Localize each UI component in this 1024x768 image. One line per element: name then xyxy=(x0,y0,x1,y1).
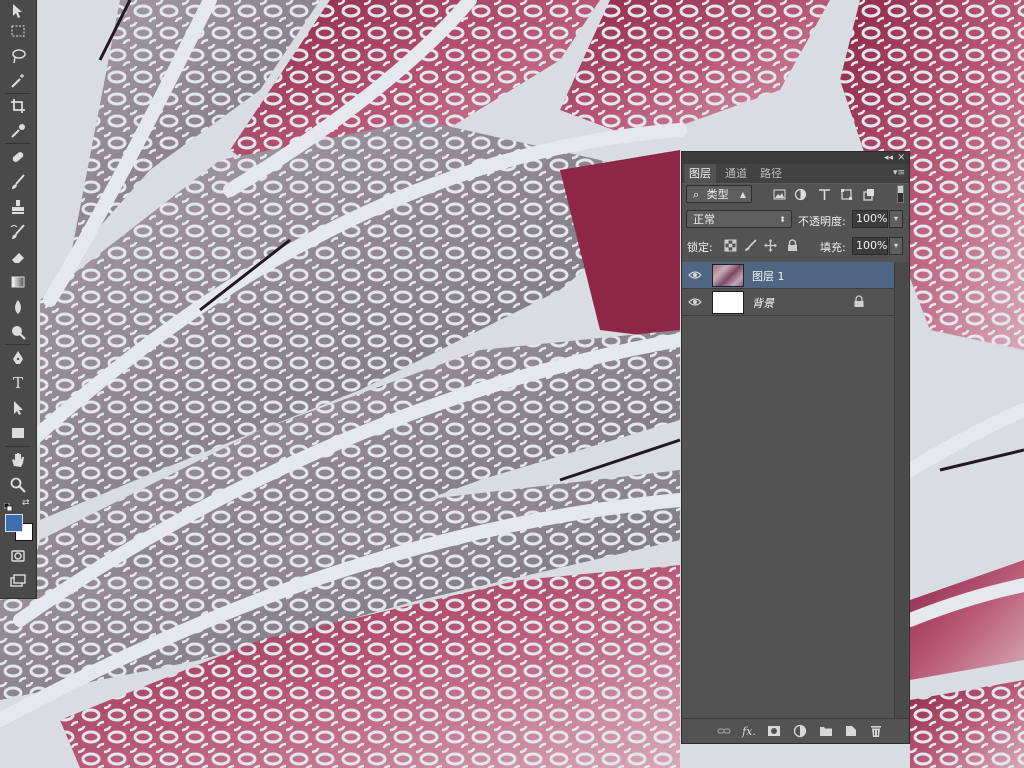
foreground-color-swatch[interactable] xyxy=(5,514,23,532)
filter-pixel-icon[interactable] xyxy=(771,186,787,202)
layers-scrollbar[interactable] xyxy=(894,262,908,718)
blur-tool-icon[interactable] xyxy=(6,296,30,318)
filter-shape-icon[interactable] xyxy=(838,186,854,202)
layer-name[interactable]: 图层 1 xyxy=(752,268,785,284)
filter-kind-dropdown[interactable]: ⌕ 类型 ▲ xyxy=(686,185,752,203)
fill-label: 填充: xyxy=(820,241,846,254)
layer-thumbnail[interactable] xyxy=(712,264,744,287)
rectangle-tool-icon[interactable] xyxy=(6,422,30,444)
panel-menu-icon[interactable]: ▾≡ xyxy=(893,168,905,178)
lock-transparent-icon[interactable] xyxy=(722,237,738,253)
dodge-tool-icon[interactable] xyxy=(6,321,30,343)
layer-row[interactable]: 图层 1 xyxy=(682,262,895,289)
layer-thumbnail[interactable] xyxy=(712,291,744,314)
lock-all-icon[interactable] xyxy=(784,237,800,253)
opacity-field[interactable]: 100% xyxy=(852,210,888,228)
adjustment-layer-icon[interactable] xyxy=(792,723,808,739)
link-layers-icon[interactable] xyxy=(716,723,732,739)
marquee-tool-icon[interactable] xyxy=(6,20,30,42)
opacity-label: 不透明度: xyxy=(798,215,846,228)
magic-wand-tool-icon[interactable] xyxy=(6,70,30,92)
eyedropper-tool-icon[interactable] xyxy=(6,120,30,142)
clone-stamp-tool-icon[interactable] xyxy=(6,196,30,218)
gradient-tool-icon[interactable] xyxy=(6,271,30,293)
filter-adjustment-icon[interactable] xyxy=(792,186,808,202)
lock-pixels-icon[interactable] xyxy=(742,237,758,253)
default-colors-icon[interactable] xyxy=(3,500,14,512)
new-group-icon[interactable] xyxy=(818,723,834,739)
panel-bottom-bar: fx. xyxy=(682,718,909,743)
lock-label: 锁定: xyxy=(687,241,713,254)
dropdown-arrows-icon: ▲ xyxy=(739,190,746,199)
delete-layer-icon[interactable] xyxy=(868,723,884,739)
fill-dropdown-icon[interactable]: ▾ xyxy=(889,237,903,255)
tab-layers[interactable]: 图层 xyxy=(684,164,716,183)
panel-title-bar[interactable]: ◂◂ ✕ xyxy=(682,152,909,164)
hand-tool-icon[interactable] xyxy=(6,449,30,471)
fx-icon[interactable]: fx. xyxy=(741,723,757,739)
blend-mode-dropdown[interactable]: 正常 ⬍ xyxy=(686,210,792,228)
tab-paths[interactable]: 路径 xyxy=(755,164,787,183)
panel-tab-bar: 图层 通道 路径 ▾≡ xyxy=(682,164,909,184)
filter-kind-value: 类型 xyxy=(706,188,729,201)
close-panel-icon[interactable]: ✕ xyxy=(897,152,905,164)
zoom-tool-icon[interactable] xyxy=(6,474,30,496)
layer-mask-icon[interactable] xyxy=(766,723,782,739)
dropdown-arrows-icon: ⬍ xyxy=(779,215,786,224)
pen-tool-icon[interactable] xyxy=(6,347,30,369)
fill-field[interactable]: 100% xyxy=(852,237,888,255)
lock-position-icon[interactable] xyxy=(762,237,778,253)
lasso-tool-icon[interactable] xyxy=(6,45,30,67)
quick-mask-icon[interactable] xyxy=(6,545,30,567)
collapse-panel-icon[interactable]: ◂◂ xyxy=(884,152,893,164)
filter-smart-object-icon[interactable] xyxy=(860,186,876,202)
new-layer-icon[interactable] xyxy=(843,723,859,739)
toolbox: T ⇄ xyxy=(0,0,37,599)
swap-colors-icon[interactable]: ⇄ xyxy=(22,498,30,508)
spot-healing-tool-icon[interactable] xyxy=(6,146,30,168)
blend-mode-value: 正常 xyxy=(693,213,715,226)
layer-lock-icon xyxy=(854,295,864,307)
screen-mode-icon[interactable] xyxy=(6,570,30,592)
layer-row[interactable]: 背景 xyxy=(682,289,895,316)
filter-search-icon: ⌕ xyxy=(693,188,700,201)
type-tool-icon[interactable]: T xyxy=(6,372,30,394)
move-tool-icon[interactable] xyxy=(6,0,30,22)
eraser-tool-icon[interactable] xyxy=(6,246,30,268)
brush-tool-icon[interactable] xyxy=(6,171,30,193)
filter-type-icon[interactable] xyxy=(816,186,832,202)
tab-channels[interactable]: 通道 xyxy=(720,164,752,183)
crop-tool-icon[interactable] xyxy=(6,95,30,117)
layer-name[interactable]: 背景 xyxy=(752,295,774,311)
visibility-eye-icon[interactable] xyxy=(688,295,702,309)
path-selection-tool-icon[interactable] xyxy=(6,397,30,419)
filter-toggle[interactable] xyxy=(897,185,904,203)
layers-list: 图层 1 背景 xyxy=(682,262,895,718)
opacity-dropdown-icon[interactable]: ▾ xyxy=(889,210,903,228)
visibility-eye-icon[interactable] xyxy=(688,268,702,282)
history-brush-tool-icon[interactable] xyxy=(6,221,30,243)
layers-panel: ◂◂ ✕ 图层 通道 路径 ▾≡ ⌕ 类型 ▲ 正常 ⬍ 不透明度: 100% … xyxy=(681,151,910,744)
